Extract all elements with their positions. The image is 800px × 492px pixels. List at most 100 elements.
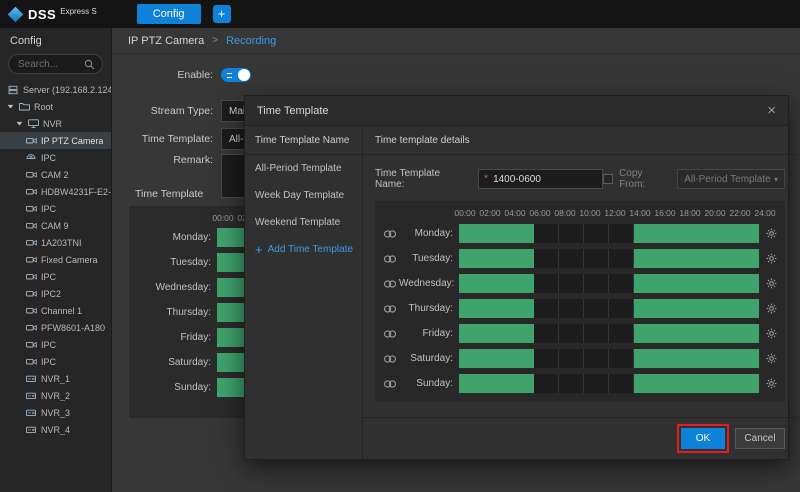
link-icon[interactable] xyxy=(383,379,399,389)
schedule-track[interactable] xyxy=(459,224,759,243)
tree-item-label: NVR_1 xyxy=(41,374,70,384)
template-item-week-day[interactable]: Week Day Template xyxy=(245,182,362,209)
tree-item[interactable]: HDBW4231F-E2-M xyxy=(0,183,111,200)
schedule-track[interactable] xyxy=(459,249,759,268)
cancel-button[interactable]: Cancel xyxy=(735,428,785,449)
camera-icon xyxy=(24,306,38,315)
schedule-bar xyxy=(459,249,534,268)
sidebar: Config Server (192.168.2.124)RootNVRIP P… xyxy=(0,28,112,492)
close-icon[interactable]: × xyxy=(767,103,776,118)
tree-item-label: CAM 9 xyxy=(41,221,69,231)
tree-item[interactable]: NVR xyxy=(0,115,111,132)
breadcrumb-parent[interactable]: IP PTZ Camera xyxy=(128,35,204,47)
tree-item[interactable]: NVR_4 xyxy=(0,421,111,438)
tree-item[interactable]: IPC xyxy=(0,268,111,285)
template-item-all-period[interactable]: All-Period Template xyxy=(245,155,362,182)
gear-icon[interactable] xyxy=(766,253,777,264)
device-tree: Server (192.168.2.124)RootNVRIP PTZ Came… xyxy=(0,81,111,438)
caret-down-icon[interactable] xyxy=(6,103,15,110)
tree-item[interactable]: NVR_1 xyxy=(0,370,111,387)
link-icon[interactable] xyxy=(383,354,399,364)
copy-from-label: Copy From: xyxy=(619,168,671,190)
enable-row: Enable: xyxy=(113,68,251,82)
caret-down-icon[interactable] xyxy=(15,120,24,127)
tree-item[interactable]: IPC xyxy=(0,200,111,217)
logo-subtext: Express S xyxy=(60,7,96,16)
tree-item[interactable]: Root xyxy=(0,98,111,115)
tree-item-label: IPC2 xyxy=(41,289,61,299)
schedule-row: Friday: xyxy=(383,321,777,346)
required-asterisk: * xyxy=(484,174,488,185)
folder-icon xyxy=(17,102,31,111)
template-name-input[interactable] xyxy=(478,169,603,189)
schedule-bar xyxy=(634,249,759,268)
tree-item[interactable]: Channel 1 xyxy=(0,302,111,319)
link-icon[interactable] xyxy=(383,304,399,314)
copy-from-select[interactable]: All-Period Template ▾ xyxy=(677,169,785,189)
tab-config[interactable]: Config xyxy=(137,4,201,24)
plus-icon: + xyxy=(255,242,263,257)
copy-from-checkbox[interactable] xyxy=(603,174,613,184)
time-tick-label: 16:00 xyxy=(654,208,675,218)
schedule-track[interactable] xyxy=(459,274,759,293)
link-icon[interactable] xyxy=(383,279,399,289)
time-tick-label: 18:00 xyxy=(679,208,700,218)
add-tab-button[interactable]: + xyxy=(213,5,231,23)
tree-item[interactable]: CAM 9 xyxy=(0,217,111,234)
time-tick-label: 10:00 xyxy=(579,208,600,218)
link-icon[interactable] xyxy=(383,329,399,339)
gear-icon[interactable] xyxy=(766,303,777,314)
chevron-down-icon: ▾ xyxy=(774,175,778,184)
tree-item[interactable]: NVR_2 xyxy=(0,387,111,404)
time-template-dialog: Time Template × Time Template Name All-P… xyxy=(244,95,789,460)
dialog-body: Time Template Name All-Period Template W… xyxy=(245,127,788,459)
schedule-track[interactable] xyxy=(459,349,759,368)
schedule-bar xyxy=(459,349,534,368)
device-icon xyxy=(24,392,38,400)
time-tick-label: 08:00 xyxy=(554,208,575,218)
tree-item[interactable]: Server (192.168.2.124) xyxy=(0,81,111,98)
enable-toggle[interactable] xyxy=(221,68,251,82)
schedule-track[interactable] xyxy=(459,299,759,318)
link-icon[interactable] xyxy=(383,254,399,264)
time-tick-label: 20:00 xyxy=(704,208,725,218)
camera-icon xyxy=(24,357,38,366)
remark-label: Remark: xyxy=(113,154,213,166)
tree-item[interactable]: PFW8601-A180 xyxy=(0,319,111,336)
tree-item[interactable]: IPC2 xyxy=(0,285,111,302)
tree-item[interactable]: NVR_3 xyxy=(0,404,111,421)
camera-icon xyxy=(24,136,38,145)
time-tick-label: 14:00 xyxy=(629,208,650,218)
tree-item-label: Channel 1 xyxy=(41,306,82,316)
gear-icon[interactable] xyxy=(766,228,777,239)
template-name-form-row: Time Template Name: * Copy From: All-Per… xyxy=(375,167,785,191)
search-icon[interactable] xyxy=(84,59,95,70)
tree-item[interactable]: IPC xyxy=(0,353,111,370)
gear-icon[interactable] xyxy=(766,378,777,389)
tree-item[interactable]: Fixed Camera xyxy=(0,251,111,268)
schedule-track[interactable] xyxy=(459,374,759,393)
tree-item[interactable]: CAM 2 xyxy=(0,166,111,183)
add-time-template-button[interactable]: + Add Time Template xyxy=(245,236,362,263)
tree-item[interactable]: IPC xyxy=(0,336,111,353)
breadcrumb: IP PTZ Camera > Recording xyxy=(113,28,800,54)
tree-item[interactable]: 1A203TNI xyxy=(0,234,111,251)
tree-item[interactable]: IPC xyxy=(0,149,111,166)
search-input[interactable] xyxy=(16,58,84,71)
device-icon xyxy=(24,409,38,417)
app-logo: DSS Express S xyxy=(10,7,97,22)
gear-icon[interactable] xyxy=(766,278,777,289)
day-label: Sunday: xyxy=(137,382,217,393)
gear-icon[interactable] xyxy=(766,353,777,364)
template-item-weekend[interactable]: Weekend Template xyxy=(245,209,362,236)
link-icon[interactable] xyxy=(383,229,399,239)
time-tick-label: 12:00 xyxy=(604,208,625,218)
template-details-header: Time template details xyxy=(363,127,797,155)
tree-item[interactable]: IP PTZ Camera xyxy=(0,132,111,149)
schedule-track[interactable] xyxy=(459,324,759,343)
day-label: Wednesday: xyxy=(137,282,217,293)
dialog-title-bar: Time Template × xyxy=(245,96,788,126)
ok-button[interactable]: OK xyxy=(681,428,725,449)
schedule-bar xyxy=(634,299,759,318)
gear-icon[interactable] xyxy=(766,328,777,339)
